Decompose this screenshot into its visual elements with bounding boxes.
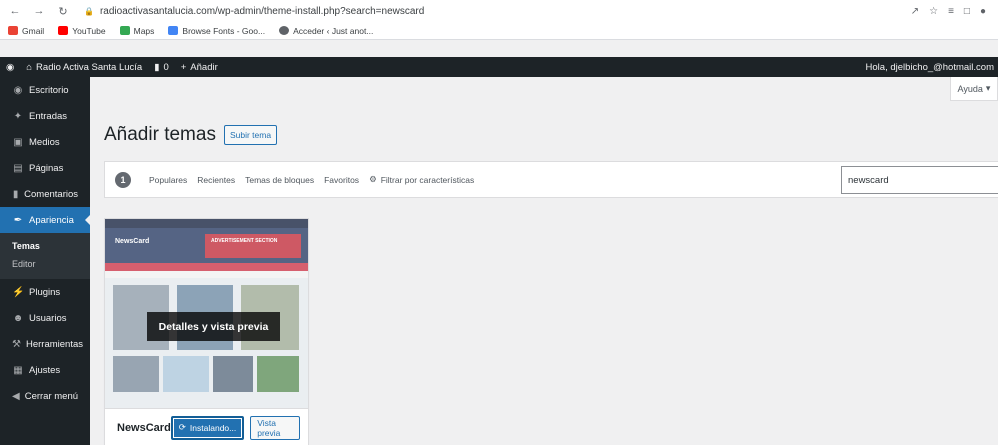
gear-icon: ⚙ [369,174,377,184]
bookmark-acceder[interactable]: Acceder ‹ Just anot... [279,26,373,36]
wp-admin-bar: ◉ ⌂ Radio Activa Santa Lucía ▮ 0 + Añadir H… [0,57,998,77]
gmail-icon [8,26,18,35]
fonts-icon [168,26,179,35]
page-icon: ▤ [13,162,23,174]
submenu-temas[interactable]: Temas [0,237,90,255]
submenu-editor[interactable]: Editor [0,255,90,273]
page-gap [0,40,998,57]
admin-sidebar: ◉ Escritorio ✦ Entradas ▣ Medios ▤ Páginas ▮… [0,77,90,445]
theme-card-footer: NewsCard ⟳ Instalando... Vista previa [105,408,308,445]
menu-apariencia[interactable]: ✒ Apariencia [0,207,90,233]
window-icon[interactable]: □ [964,6,970,17]
menu-entradas[interactable]: ✦ Entradas [0,103,90,129]
address-text: radioactivasantalucia.com/wp-admin/theme… [99,5,425,17]
comment-icon: ▮ [12,188,19,200]
comment-bubble-icon: ▮ [154,61,160,73]
pin-icon: ✦ [13,110,23,122]
reading-list-icon[interactable]: ≡ [948,6,954,17]
menu-ajustes[interactable]: ▦ Ajustes [0,357,90,383]
menu-paginas[interactable]: ▤ Páginas [0,155,90,181]
theme-name: NewsCard [117,421,171,434]
back-icon[interactable]: ← [8,4,22,18]
users-icon: ☻ [12,312,24,324]
youtube-icon [58,26,69,35]
home-icon: ⌂ [26,61,33,73]
theme-card[interactable]: NewsCard ADVERTISEMENT SECTION Detalles … [104,218,309,445]
forward-icon[interactable]: → [32,4,46,18]
menu-cerrar[interactable]: ◀ Cerrar menú [0,383,90,409]
account-greeting[interactable]: Hola, djelbicho_@hotmail.com [866,62,998,73]
tab-recientes[interactable]: Recientes [197,175,235,185]
menu-usuarios[interactable]: ☻ Usuarios [0,305,90,331]
chevron-down-icon: ▾ [985,83,991,93]
bookmark-youtube[interactable]: YouTube [58,26,106,36]
profile-icon[interactable]: ● [980,6,986,17]
settings-icon: ▦ [13,364,23,376]
menu-comentarios[interactable]: ▮ Comentarios [0,181,90,207]
site-name-link[interactable]: ⌂ Radio Activa Santa Lucía [20,62,148,73]
wordpress-logo-icon[interactable]: ◉ [0,62,20,73]
star-icon[interactable]: ☆ [929,6,938,17]
spinner-icon: ⟳ [178,422,186,432]
menu-escritorio[interactable]: ◉ Escritorio [0,77,90,103]
theme-filter-bar: 1 Populares Recientes Temas de bloques F… [104,161,998,198]
bookmark-gmail[interactable]: Gmail [8,26,44,36]
preview-button[interactable]: Vista previa [250,415,300,440]
menu-medios[interactable]: ▣ Medios [0,129,90,155]
tab-populares[interactable]: Populares [149,175,187,185]
bookmarks-bar: Gmail YouTube Maps Browse Fonts - Goo...… [0,22,998,40]
maps-icon [119,26,130,35]
browser-toolbar: ← → ↻ 🔒 radioactivasantalucia.com/wp-adm… [0,0,998,22]
dashboard-icon: ◉ [13,84,23,96]
menu-herramientas[interactable]: ⚒ Herramientas [0,331,90,357]
brush-icon: ✒ [13,214,23,226]
lock-icon: 🔒 [84,6,94,16]
tab-temas-de-bloques[interactable]: Temas de bloques [245,175,314,185]
plug-icon: ⚡ [12,286,25,298]
appearance-submenu: Temas Editor [0,233,90,279]
feature-filter-button[interactable]: ⚙ Filtrar por características [369,174,474,185]
theme-search-input[interactable]: newscard [841,166,998,194]
help-tab[interactable]: Ayuda ▾ [950,77,998,101]
reload-icon[interactable]: ↻ [56,4,70,18]
menu-plugins[interactable]: ⚡ Plugins [0,279,90,305]
bookmark-fonts[interactable]: Browse Fonts - Goo... [168,26,265,36]
share-icon[interactable]: ↗ [911,6,919,17]
theme-count-badge: 1 [115,171,131,188]
globe-icon [279,26,290,35]
collapse-icon: ◀ [12,390,20,402]
page-header: Añadir temas Subir tema [104,124,278,146]
plus-icon: + [180,61,187,73]
address-bar[interactable]: 🔒 radioactivasantalucia.com/wp-admin/the… [84,6,901,17]
bookmark-maps[interactable]: Maps [119,26,154,36]
media-icon: ▣ [13,136,23,148]
page-title: Añadir temas [104,124,216,145]
wrench-icon: ⚒ [12,338,21,350]
new-content-link[interactable]: + Añadir [175,62,224,73]
theme-screenshot[interactable]: NewsCard ADVERTISEMENT SECTION Detalles … [105,219,308,408]
installing-button[interactable]: ⟳ Instalando... [170,415,245,440]
upload-theme-button[interactable]: Subir tema [223,125,278,145]
tab-favoritos[interactable]: Favoritos [324,175,359,185]
details-preview-overlay[interactable]: Detalles y vista previa [147,312,280,341]
comments-link[interactable]: ▮ 0 [148,62,175,73]
